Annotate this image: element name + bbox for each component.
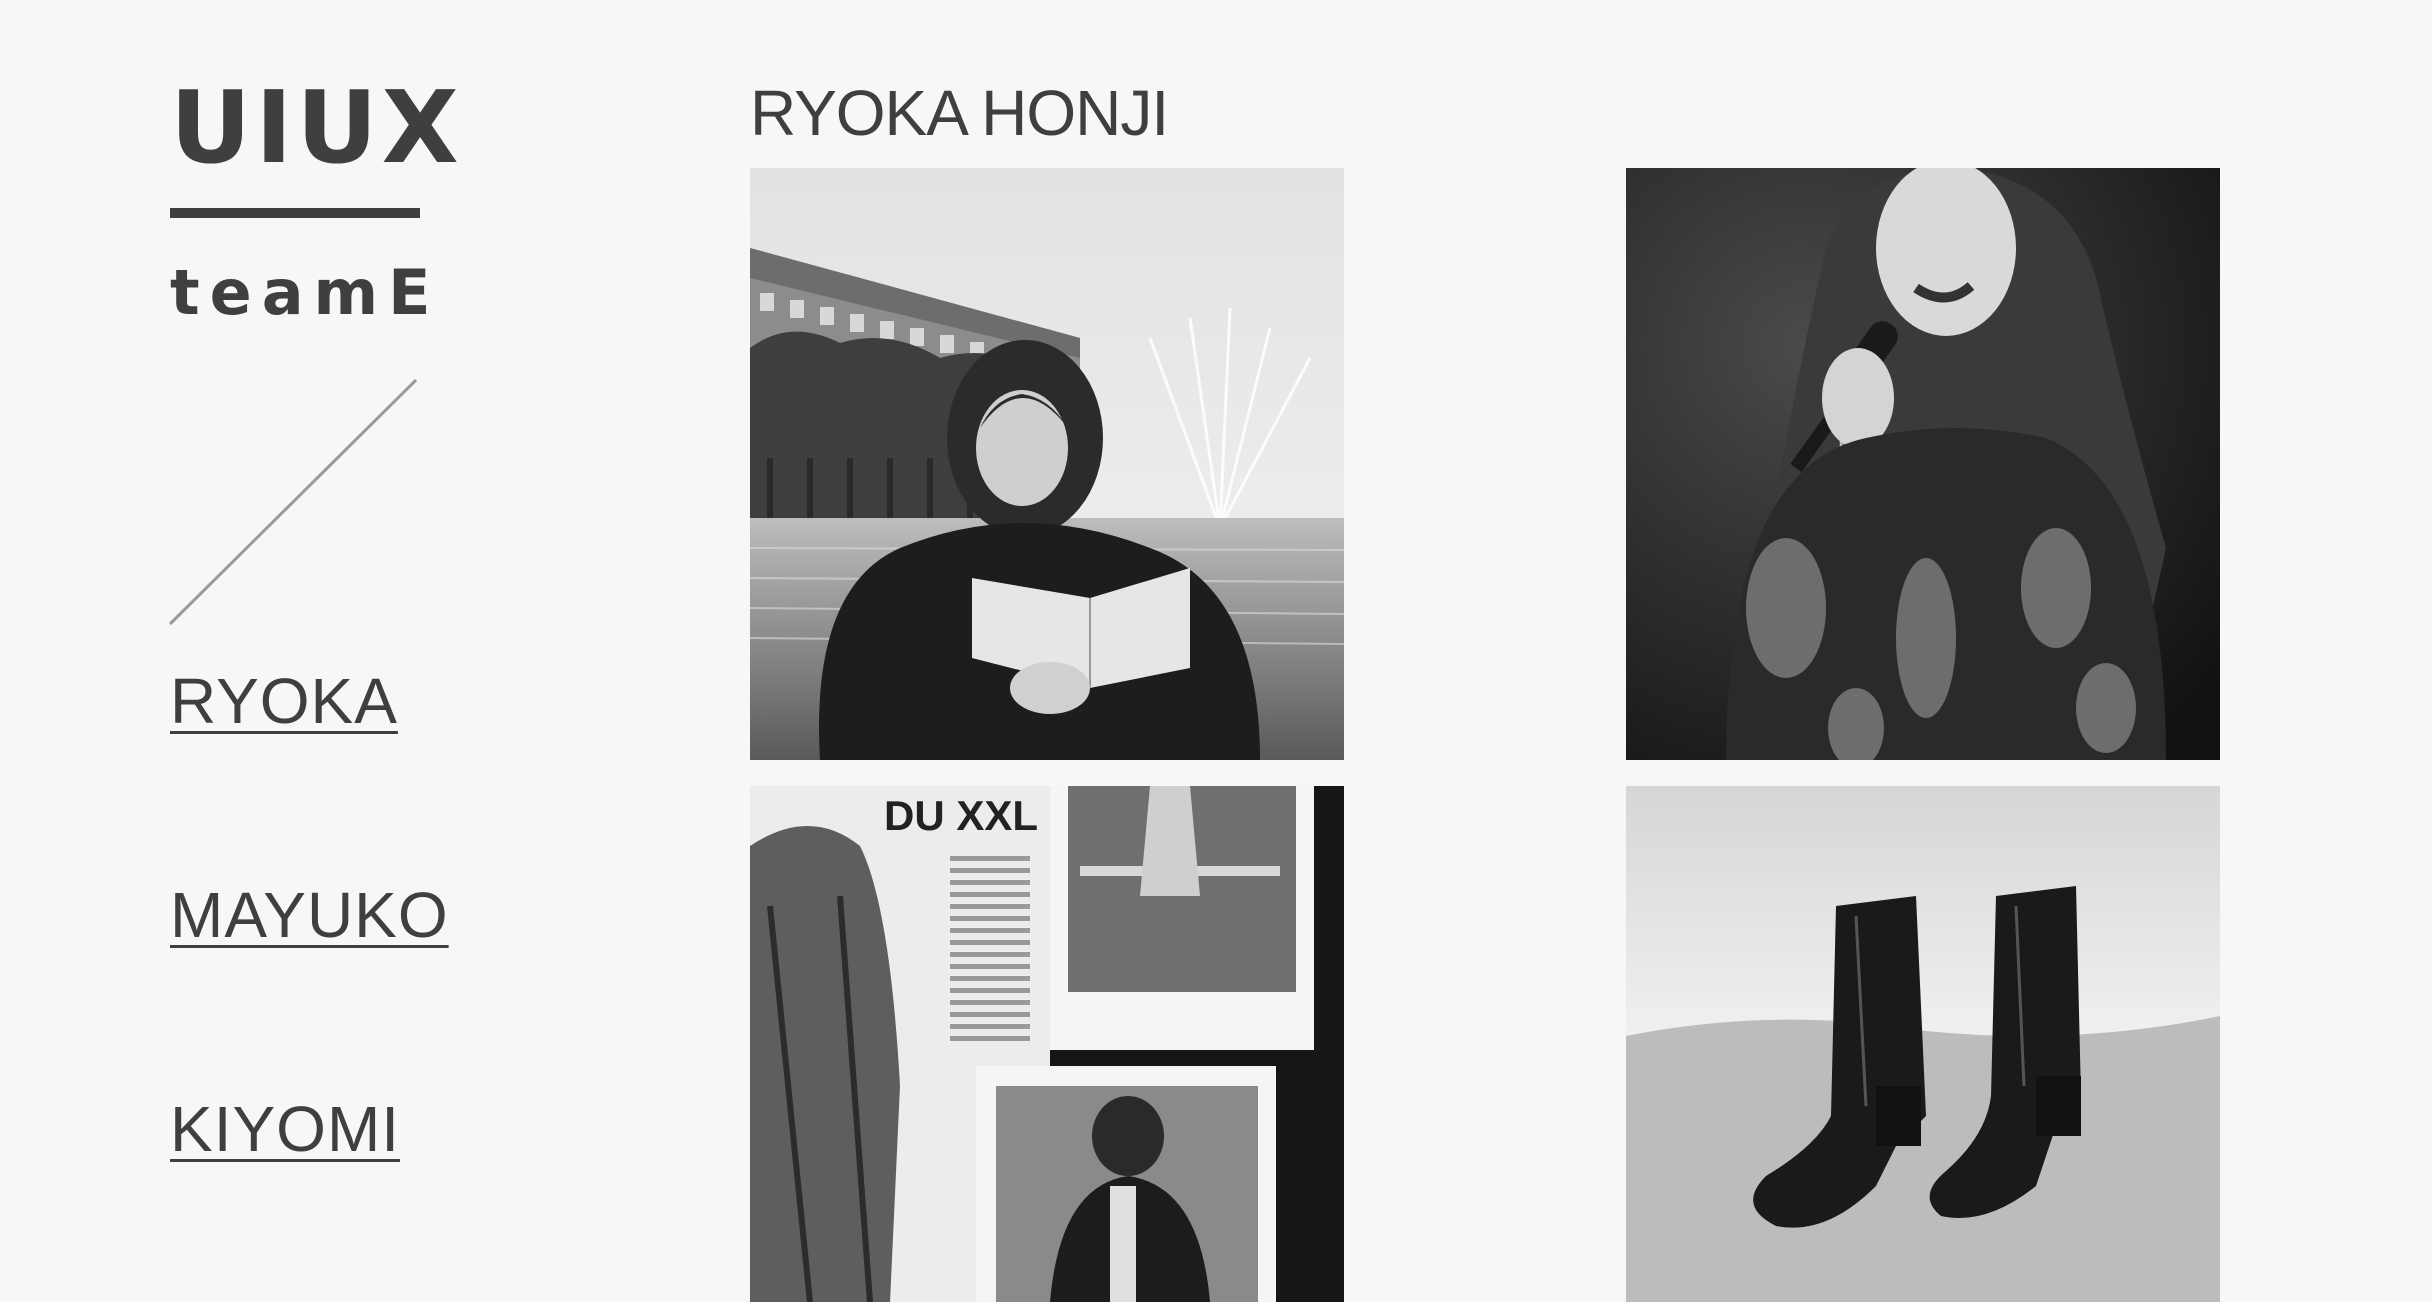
logo-subtitle: teamE xyxy=(170,256,441,329)
photo-singer xyxy=(1626,168,2220,760)
photo-girl-reading xyxy=(750,168,1344,760)
nav-link-ryoka[interactable]: RYOKA xyxy=(170,666,398,736)
logo-underline xyxy=(170,208,420,218)
photo-magazine-collage: DU XXL xyxy=(750,786,1344,1302)
photo-tabi-boots xyxy=(1626,786,2220,1302)
nav-link-mayuko[interactable]: MAYUKO xyxy=(170,880,449,950)
diagonal-divider xyxy=(168,378,418,626)
logo-title: UIUX xyxy=(170,69,463,186)
nav-link-kiyomi[interactable]: KIYOMI xyxy=(170,1094,400,1164)
collage-headline: DU XXL xyxy=(884,792,1038,839)
page-title: RYOKA HONJI xyxy=(750,77,1169,149)
page: UIUX teamE RYOKA MAYUKO KIYOMI RYOKA HON… xyxy=(0,0,2432,1302)
